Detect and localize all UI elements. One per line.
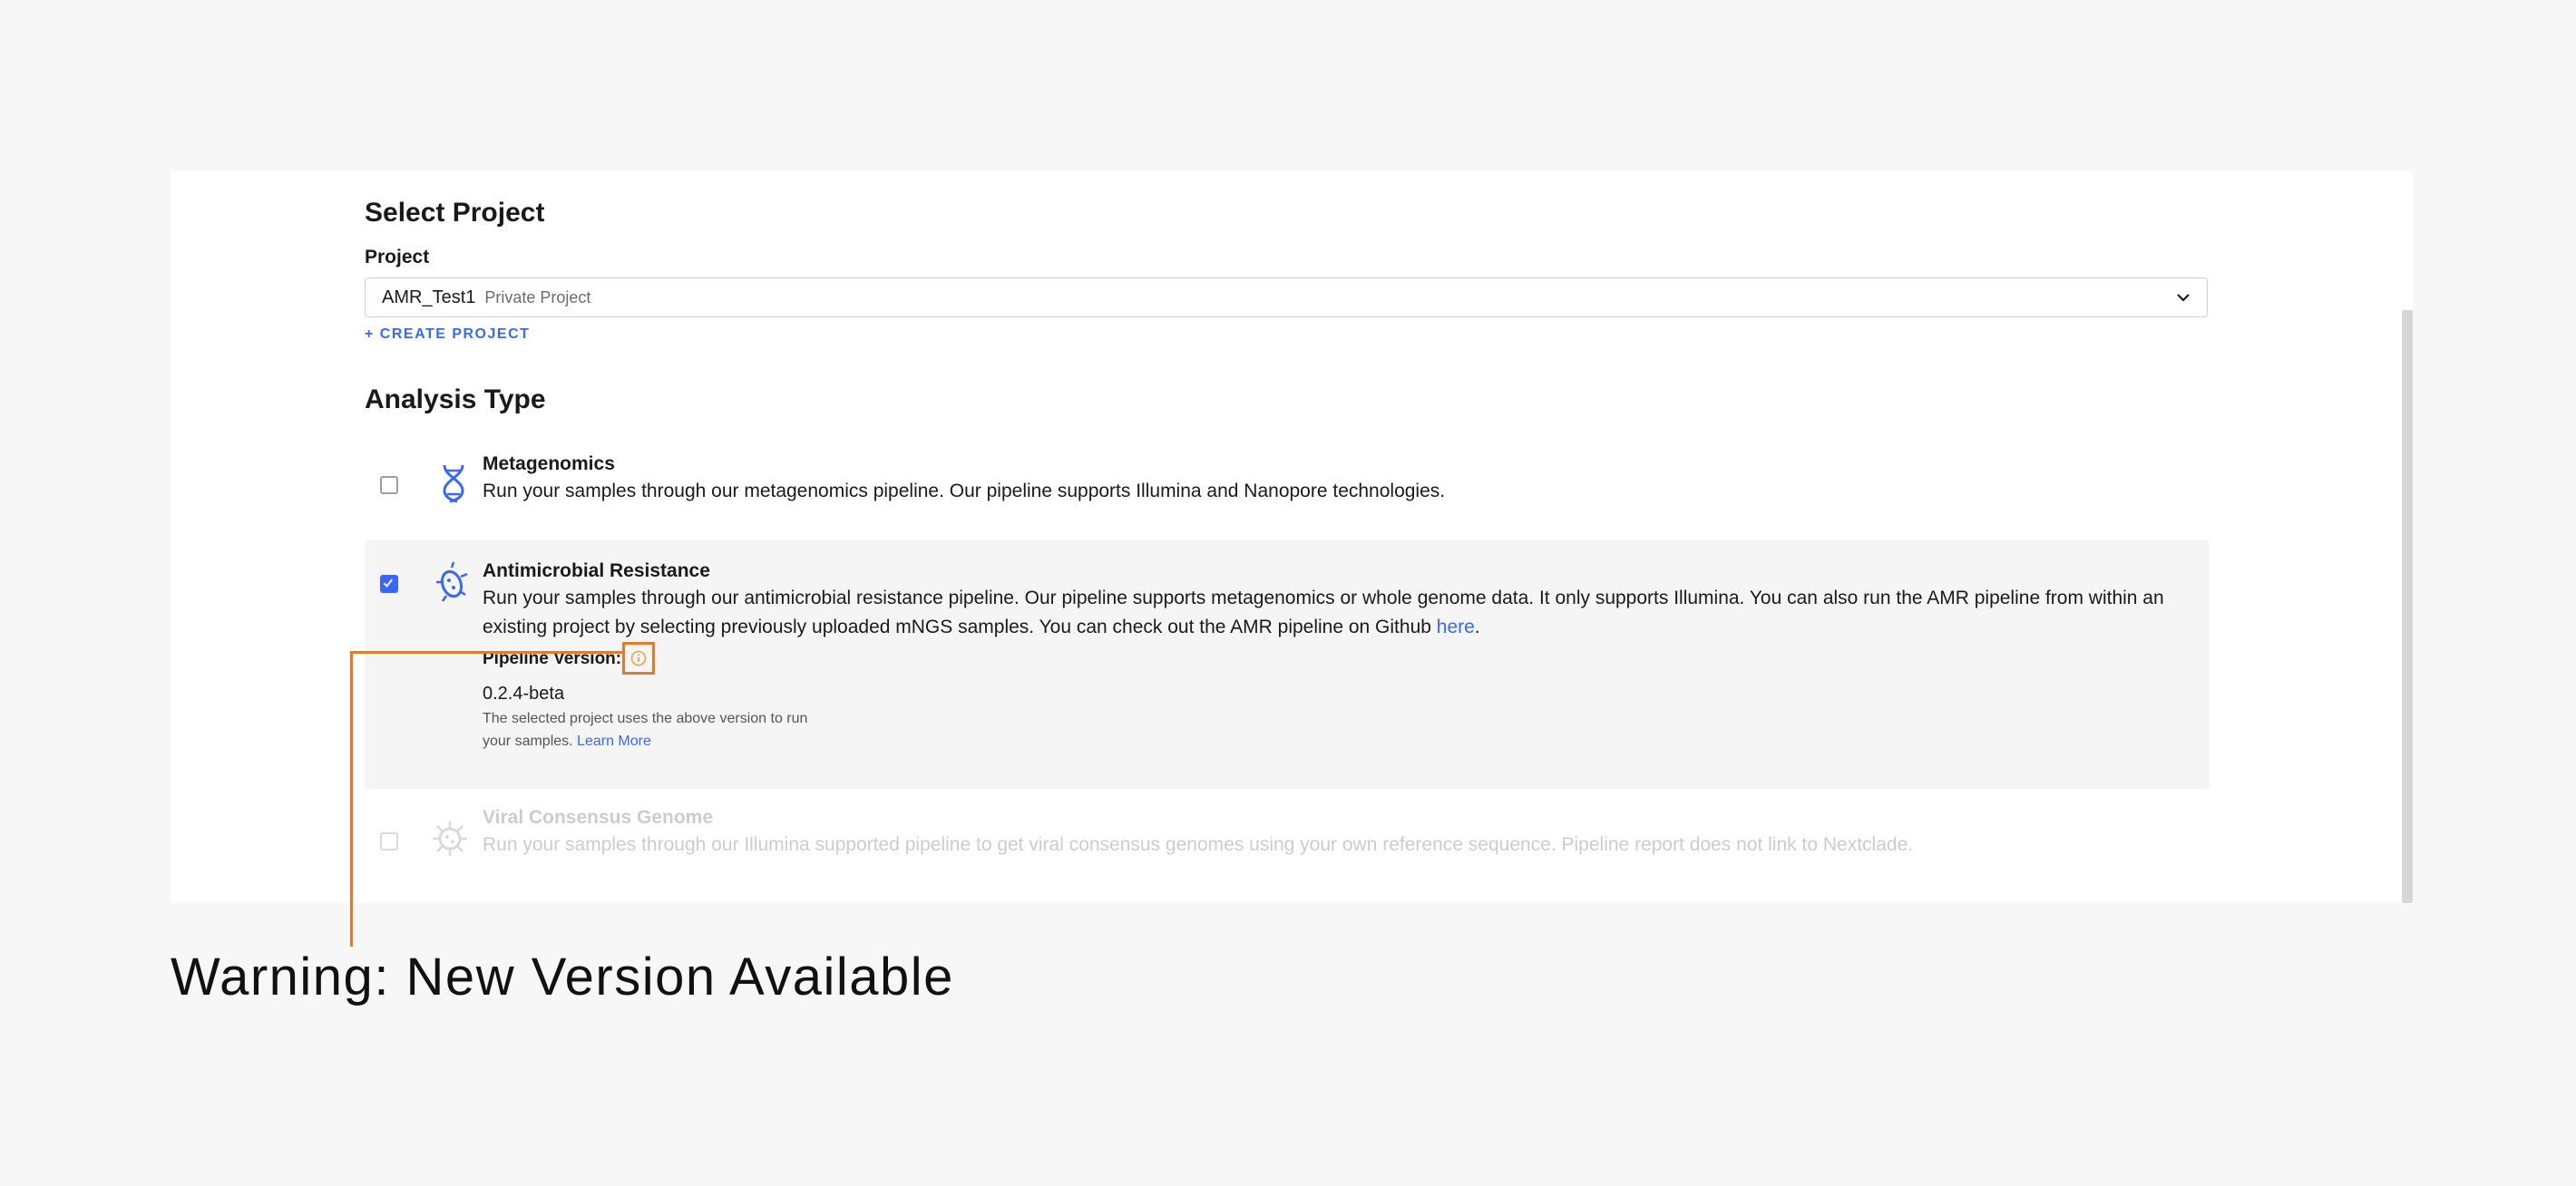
analysis-option-amr[interactable]: Antimicrobial Resistance Run your sample… <box>365 540 2210 789</box>
annotation-caption: Warning: New Version Available <box>171 948 954 1006</box>
project-select-value: AMR_Test1 <box>382 287 476 307</box>
pipeline-version-note: The selected project uses the above vers… <box>483 707 809 753</box>
bacterium-icon <box>436 561 468 602</box>
project-privacy-tag: Private Project <box>484 287 591 306</box>
callout-line-vertical <box>350 651 353 947</box>
metagenomics-title: Metagenomics <box>483 453 615 474</box>
create-project-link[interactable]: + CREATE PROJECT <box>365 326 530 343</box>
viral-consensus-checkbox <box>380 832 398 851</box>
project-select[interactable]: AMR_Test1 Private Project <box>365 277 2208 317</box>
amr-description: Run your samples through our antimicrobi… <box>483 584 2188 642</box>
viral-consensus-title: Viral Consensus Genome <box>483 807 714 828</box>
amr-description-end: . <box>1474 617 1480 637</box>
metagenomics-checkbox[interactable] <box>380 476 398 494</box>
dna-icon <box>443 464 464 503</box>
metagenomics-description: Run your samples through our metagenomic… <box>483 481 1446 501</box>
check-icon <box>383 578 393 588</box>
scrollbar-thumb[interactable] <box>2402 310 2413 903</box>
callout-line-horizontal <box>350 651 622 654</box>
amr-title: Antimicrobial Resistance <box>483 560 710 581</box>
amr-description-text: Run your samples through our antimicrobi… <box>483 588 2164 637</box>
github-here-link[interactable]: here <box>1437 617 1475 637</box>
analysis-type-title: Analysis Type <box>365 384 546 414</box>
learn-more-link[interactable]: Learn More <box>577 734 651 749</box>
chevron-down-icon <box>2177 294 2190 302</box>
analysis-option-viral-consensus: Viral Consensus Genome Run your samples … <box>365 796 2210 896</box>
info-icon[interactable] <box>630 650 647 666</box>
virus-icon <box>433 821 467 856</box>
analysis-option-metagenomics[interactable]: Metagenomics Run your samples through ou… <box>365 442 2210 533</box>
amr-checkbox[interactable] <box>380 575 398 593</box>
upload-panel: Select Project Project AMR_Test1 Private… <box>171 170 2413 903</box>
callout-highlight-box <box>622 642 655 675</box>
scrollbar[interactable] <box>2402 170 2413 903</box>
viral-consensus-description: Run your samples through our Illumina su… <box>483 834 1914 855</box>
pipeline-version-value: 0.2.4-beta <box>483 684 565 704</box>
select-project-title: Select Project <box>365 198 545 228</box>
project-field-label: Project <box>365 247 430 267</box>
